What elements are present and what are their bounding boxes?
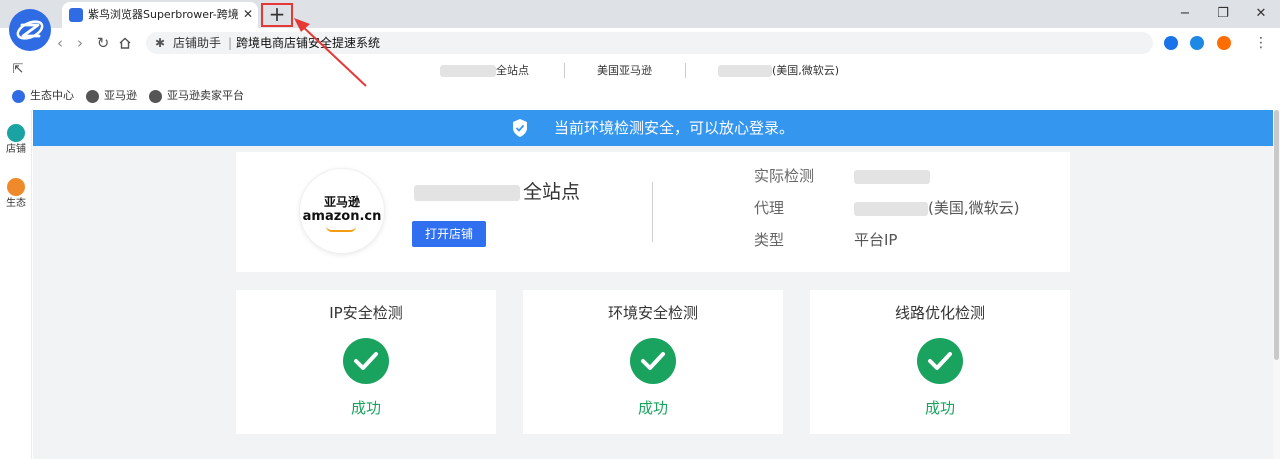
check-title: 环境安全检测 xyxy=(607,304,698,322)
proxy-region-text: (美国,微软云) xyxy=(928,199,1020,217)
window-controls: − ❐ ✕ xyxy=(1166,0,1280,28)
redacted-ip xyxy=(718,65,772,77)
check-title: 线路优化检测 xyxy=(894,304,985,322)
success-check-icon xyxy=(630,338,676,384)
region-label: (美国,微软云) xyxy=(718,64,839,78)
check-card-ip: IP安全检测 成功 xyxy=(236,290,496,434)
bookmark-label: 生态中心 xyxy=(30,89,74,102)
new-tab-button[interactable]: + xyxy=(261,3,293,27)
tab-strip: 紫鸟浏览器Superbrower-跨境电商 ✕ + − ❐ ✕ xyxy=(0,0,1280,28)
info-value-actual-detection xyxy=(854,167,930,185)
marketplace-label: 美国亚马逊 xyxy=(597,64,652,77)
globe-icon xyxy=(86,89,99,103)
banner-text: 当前环境检测安全，可以放心登录。 xyxy=(554,119,795,137)
scrollbar-thumb[interactable] xyxy=(1274,110,1279,360)
success-check-icon xyxy=(343,338,389,384)
store-name-suffix: 全站点 xyxy=(523,181,581,203)
redacted-ip xyxy=(854,201,928,216)
browser-toolbar: ‹ › ↻ ✱ 店铺助手 | 跨境电商店铺安全提速系统 ⋮ xyxy=(0,28,1280,58)
rail-item-ecosystem[interactable]: 生态 xyxy=(0,176,32,216)
check-card-route: 线路优化检测 成功 xyxy=(810,290,1070,434)
info-label-proxy: 代理 xyxy=(754,199,785,217)
bookmark-seller-central[interactable]: 亚马逊卖家平台 xyxy=(149,88,244,104)
divider xyxy=(652,182,653,242)
reload-icon[interactable]: ↻ xyxy=(92,32,114,54)
home-icon[interactable] xyxy=(114,32,136,54)
store-site-suffix: 全站点 xyxy=(496,64,529,77)
rail-label: 店铺 xyxy=(6,144,26,155)
check-status: 成功 xyxy=(637,399,668,417)
amazon-logo: 亚马逊 amazon.cn xyxy=(300,169,384,253)
tab-close-icon[interactable]: ✕ xyxy=(240,6,256,22)
sogou-extension-icon[interactable] xyxy=(1217,36,1231,50)
maximize-icon[interactable]: ❐ xyxy=(1204,0,1242,28)
globe-icon xyxy=(149,89,162,103)
logo-text-cn: 亚马逊 xyxy=(323,195,360,209)
browser-tab[interactable]: 紫鸟浏览器Superbrower-跨境电商 ✕ xyxy=(62,2,258,28)
info-label-actual-detection: 实际检测 xyxy=(754,167,815,185)
scrollbar[interactable] xyxy=(1273,110,1280,459)
amazon-smile-icon xyxy=(326,226,356,232)
s-extension-icon[interactable] xyxy=(1190,36,1204,50)
success-check-icon xyxy=(917,338,963,384)
security-banner: 当前环境检测安全，可以放心登录。 xyxy=(33,110,1273,146)
redacted-store-name xyxy=(440,65,496,77)
ziniao-logo-icon[interactable] xyxy=(9,9,51,51)
check-status: 成功 xyxy=(350,399,381,417)
bookmark-amazon[interactable]: 亚马逊 xyxy=(86,88,137,104)
close-window-icon[interactable]: ✕ xyxy=(1242,0,1280,28)
back-icon[interactable]: ‹ xyxy=(49,32,71,54)
address-site-label: 店铺助手 xyxy=(173,36,222,50)
info-value-type: 平台IP xyxy=(854,231,898,249)
tab-title: 紫鸟浏览器Superbrower-跨境电商 xyxy=(88,8,238,21)
address-separator: | xyxy=(228,36,233,50)
divider xyxy=(685,63,686,78)
bookmark-ecosystem[interactable]: 生态中心 xyxy=(12,88,74,104)
ecosystem-icon xyxy=(7,178,25,196)
info-value-proxy: (美国,微软云) xyxy=(854,199,1019,217)
main-content: 当前环境检测安全，可以放心登录。 亚马逊 amazon.cn 全站点 打开店铺 … xyxy=(33,110,1280,459)
rail-item-store[interactable]: 店铺 xyxy=(0,122,32,162)
check-status: 成功 xyxy=(924,399,955,417)
store-site-link[interactable]: 全站点 xyxy=(440,64,529,78)
store-card: 亚马逊 amazon.cn 全站点 打开店铺 实际检测 代理 (美国,微软云) … xyxy=(236,152,1070,272)
bookmark-label: 亚马逊卖家平台 xyxy=(167,89,244,102)
divider xyxy=(564,63,565,78)
redacted-ip xyxy=(854,169,930,184)
menu-icon[interactable]: ⋮ xyxy=(1254,34,1268,52)
puzzle-icon: ✱ xyxy=(155,36,166,50)
redacted-store-name xyxy=(414,185,520,201)
left-rail: 店铺 生态 xyxy=(0,110,32,459)
ziniao-logo-icon xyxy=(12,89,25,103)
rail-label: 生态 xyxy=(6,198,26,209)
open-store-button[interactable]: 打开店铺 xyxy=(412,221,486,247)
shield-check-icon xyxy=(513,119,527,137)
select-element-icon[interactable]: ⇱ xyxy=(10,62,26,78)
check-card-environment: 环境安全检测 成功 xyxy=(523,290,783,434)
bookmark-label: 亚马逊 xyxy=(104,89,137,102)
store-icon xyxy=(7,124,25,142)
logo-text-en: amazon.cn xyxy=(302,209,382,224)
region-text: (美国,微软云) xyxy=(772,64,840,77)
bookmarks-bar: ⇱ 全站点 美国亚马逊 (美国,微软云) 生态中心 亚马逊 亚马逊卖家平台 xyxy=(0,58,1280,110)
minimize-icon[interactable]: − xyxy=(1166,0,1204,28)
lock-extension-icon[interactable] xyxy=(1164,36,1178,50)
forward-icon[interactable]: › xyxy=(69,32,91,54)
info-label-type: 类型 xyxy=(754,231,785,249)
annotation-arrow-icon xyxy=(294,18,367,87)
check-title: IP安全检测 xyxy=(329,304,403,322)
ziniao-favicon-icon xyxy=(69,8,83,22)
